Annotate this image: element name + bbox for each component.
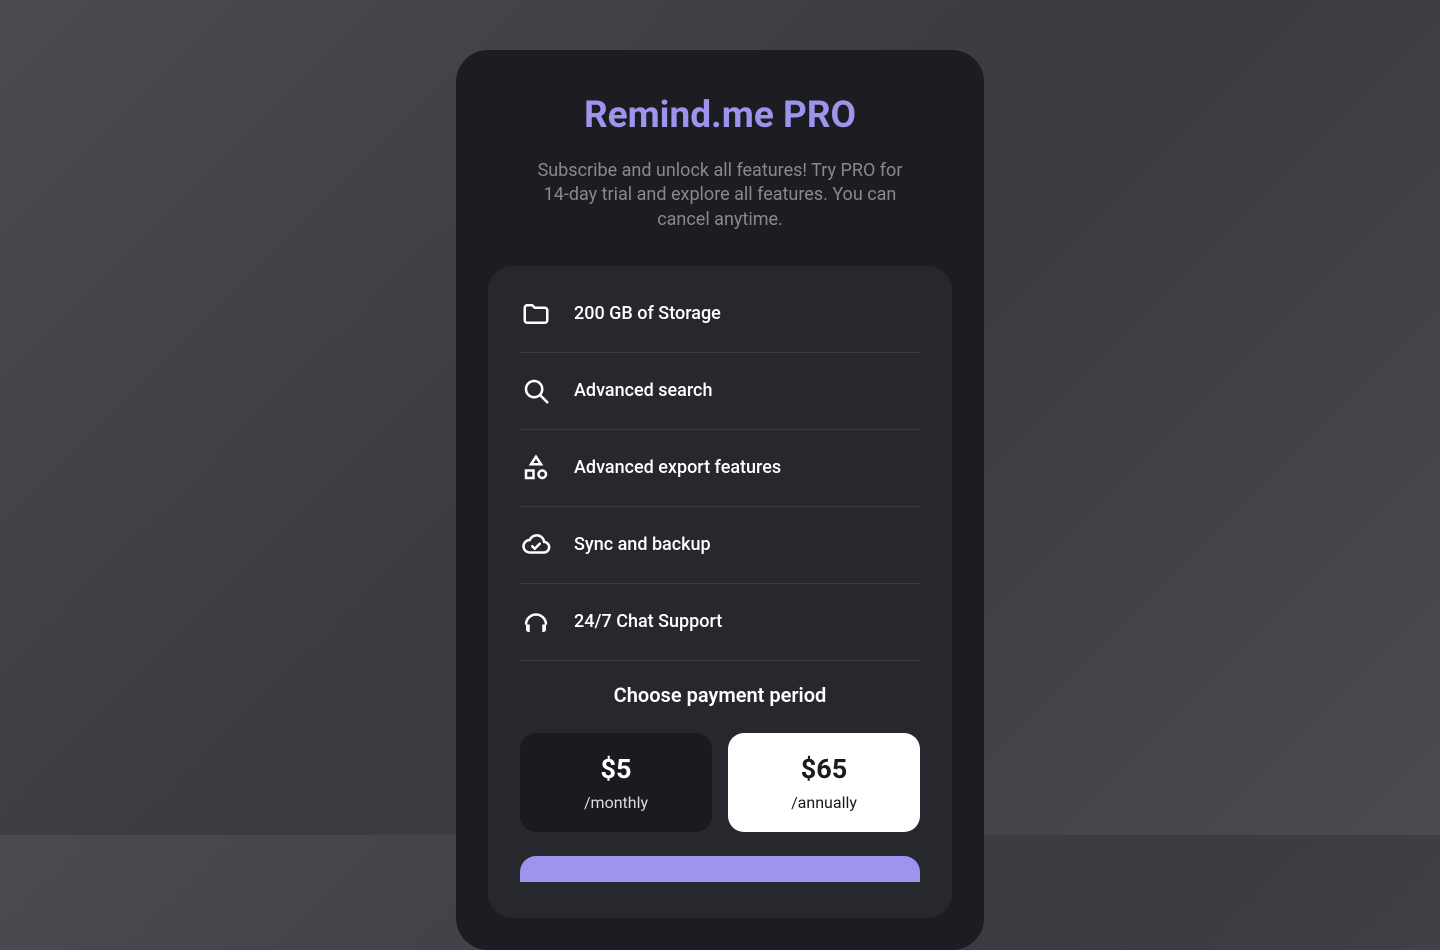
cloud-check-icon: [520, 529, 552, 561]
folder-icon: [520, 298, 552, 330]
modal-title: Remind.me PRO: [488, 94, 952, 137]
feature-row: 200 GB of Storage: [520, 298, 920, 353]
payment-options: $5 /monthly $65 /annually: [520, 733, 920, 832]
feature-label: Sync and backup: [574, 534, 711, 555]
price-value: $5: [536, 753, 696, 785]
shapes-icon: [520, 452, 552, 484]
price-period: /annually: [744, 793, 904, 812]
price-value: $65: [744, 753, 904, 785]
feature-row: Advanced search: [520, 375, 920, 430]
payment-option-monthly[interactable]: $5 /monthly: [520, 733, 712, 832]
payment-period-title: Choose payment period: [520, 683, 920, 707]
features-card: 200 GB of Storage Advanced search Advanc…: [488, 266, 952, 918]
price-period: /monthly: [536, 793, 696, 812]
subscribe-button[interactable]: [520, 856, 920, 882]
feature-label: Advanced search: [574, 380, 712, 401]
feature-row: Sync and backup: [520, 529, 920, 584]
payment-option-annually[interactable]: $65 /annually: [728, 733, 920, 832]
feature-label: Advanced export features: [574, 457, 781, 478]
modal-subtitle: Subscribe and unlock all features! Try P…: [488, 159, 952, 232]
subscription-modal: Remind.me PRO Subscribe and unlock all f…: [456, 50, 984, 950]
feature-label: 200 GB of Storage: [574, 303, 721, 324]
feature-row: Advanced export features: [520, 452, 920, 507]
search-icon: [520, 375, 552, 407]
support-icon: [520, 606, 552, 638]
feature-label: 24/7 Chat Support: [574, 611, 722, 632]
feature-row: 24/7 Chat Support: [520, 606, 920, 661]
